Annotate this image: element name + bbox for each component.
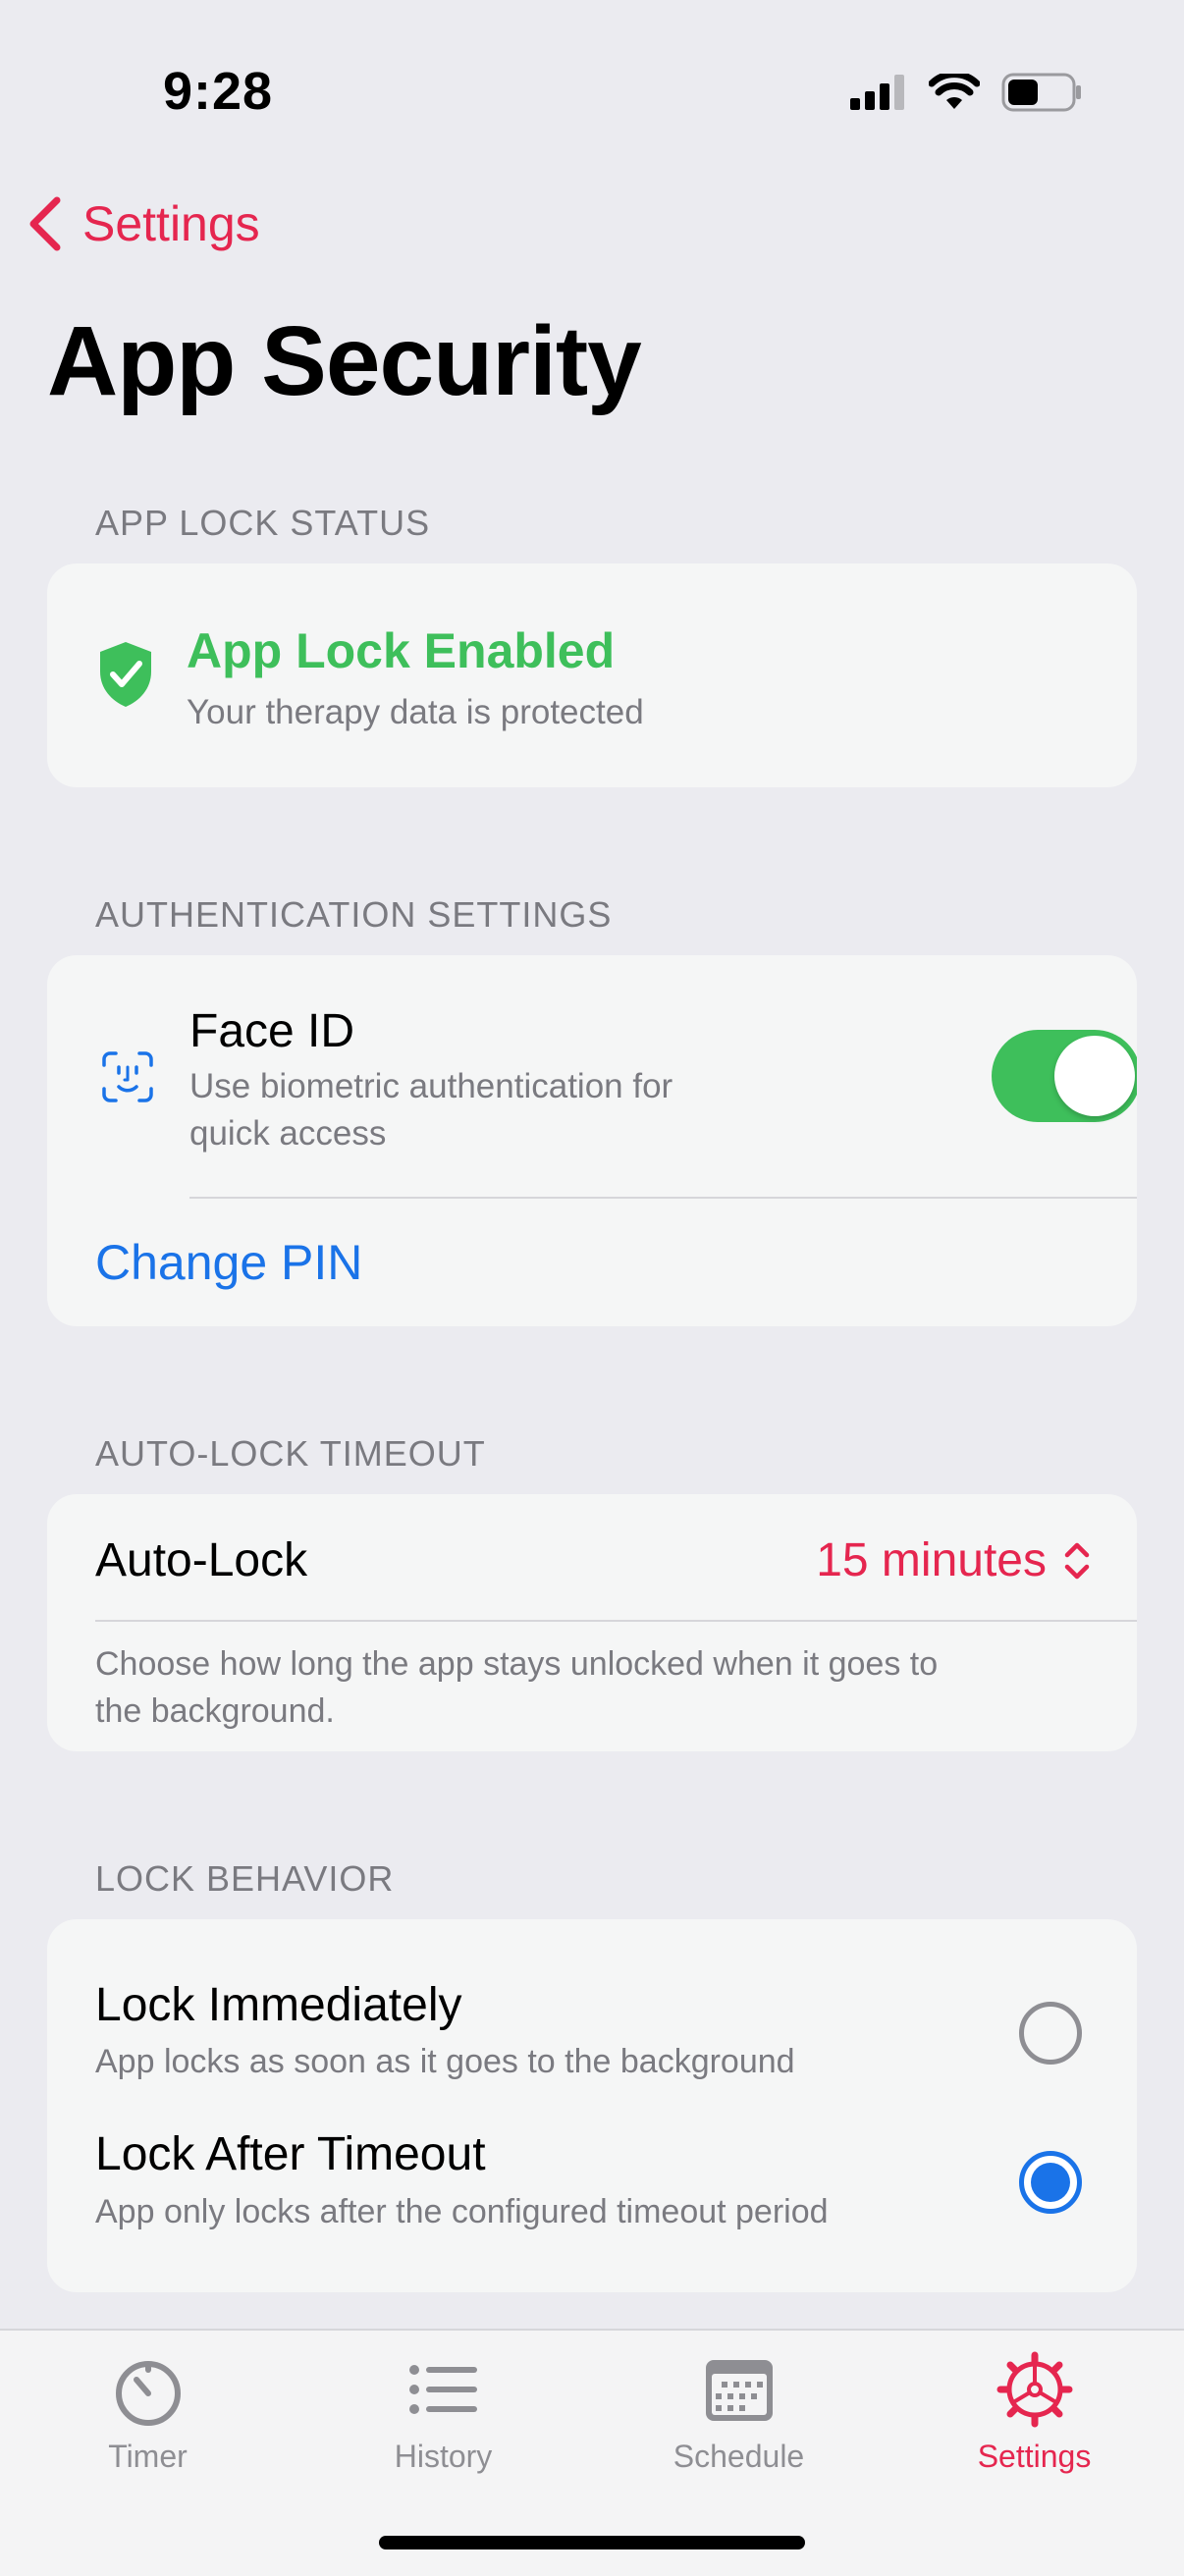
lock-immediately-title: Lock Immediately — [95, 1979, 462, 2031]
divider — [189, 1197, 1137, 1199]
list-icon — [408, 2365, 477, 2414]
lock-immediately-subtitle: App locks as soon as it goes to the back… — [95, 2043, 795, 2080]
face-id-subtitle-line-2: quick access — [189, 1114, 387, 1153]
radio-selected-dot — [1031, 2163, 1070, 2202]
face-id-icon — [102, 1051, 153, 1102]
lock-after-timeout-radio[interactable] — [1019, 2151, 1082, 2214]
home-indicator — [379, 2536, 805, 2549]
tab-settings[interactable]: Settings — [887, 2331, 1182, 2527]
page-title: App Security — [47, 306, 642, 416]
lock-after-timeout-title: Lock After Timeout — [95, 2128, 486, 2180]
gear-icon — [996, 2351, 1072, 2428]
app-lock-status-card: App Lock Enabled Your therapy data is pr… — [47, 564, 1137, 787]
back-button-label: Settings — [82, 196, 260, 251]
change-pin-button[interactable]: Change PIN — [95, 1234, 362, 1291]
section-header-lock-behavior: LOCK BEHAVIOR — [95, 1858, 395, 1899]
face-id-toggle-knob — [1054, 1036, 1135, 1116]
status-bar: 9:28 — [0, 0, 1184, 187]
tab-history[interactable]: History — [296, 2331, 591, 2527]
back-button[interactable]: Settings — [26, 194, 260, 253]
section-header-app-lock-status: APP LOCK STATUS — [95, 503, 431, 543]
app-lock-status-title: App Lock Enabled — [187, 623, 616, 678]
lock-immediately-radio[interactable] — [1019, 2002, 1082, 2065]
lock-after-timeout-subtitle: App only locks after the configured time… — [95, 2193, 829, 2230]
lock-behavior-card: Lock Immediately App locks as soon as it… — [47, 1919, 1137, 2292]
battery-icon — [1001, 73, 1081, 112]
shield-check-icon — [100, 642, 151, 707]
calendar-icon — [705, 2360, 773, 2421]
tab-timer[interactable]: Timer — [0, 2331, 296, 2527]
face-id-subtitle-line-1: Use biometric authentication for — [189, 1067, 673, 1105]
face-id-toggle[interactable] — [992, 1030, 1137, 1122]
section-header-auto-lock: AUTO-LOCK TIMEOUT — [95, 1433, 486, 1474]
tab-settings-label: Settings — [977, 2439, 1092, 2474]
chevron-up-down-icon — [1064, 1542, 1090, 1579]
status-icons — [850, 73, 1082, 112]
face-id-title: Face ID — [189, 1005, 355, 1057]
tab-history-label: History — [394, 2439, 493, 2474]
cellular-signal-icon — [850, 75, 904, 110]
authentication-card: Face ID Use biometric authentication for… — [47, 955, 1137, 1326]
wifi-icon — [929, 74, 980, 109]
auto-lock-picker[interactable]: 15 minutes — [816, 1533, 1092, 1587]
tab-timer-label: Timer — [108, 2439, 188, 2474]
section-header-authentication: AUTHENTICATION SETTINGS — [95, 894, 613, 935]
auto-lock-card: Auto-Lock 15 minutes Choose how long the… — [47, 1494, 1137, 1751]
chevron-left-icon — [29, 196, 61, 251]
status-time: 9:28 — [163, 62, 274, 121]
tab-schedule[interactable]: Schedule — [591, 2331, 887, 2527]
lock-after-timeout-option[interactable]: Lock After Timeout App only locks after … — [47, 2096, 1137, 2292]
auto-lock-label: Auto-Lock — [95, 1534, 308, 1586]
auto-lock-value: 15 minutes — [816, 1534, 1047, 1586]
lock-immediately-option[interactable]: Lock Immediately App locks as soon as it… — [47, 1919, 1137, 2096]
divider — [95, 1620, 1137, 1622]
tab-schedule-label: Schedule — [673, 2439, 805, 2474]
auto-lock-description-line-2: the background. — [95, 1692, 335, 1730]
auto-lock-description-line-1: Choose how long the app stays unlocked w… — [95, 1645, 939, 1683]
timer-icon — [115, 2361, 181, 2426]
app-lock-status-subtitle: Your therapy data is protected — [187, 693, 644, 731]
